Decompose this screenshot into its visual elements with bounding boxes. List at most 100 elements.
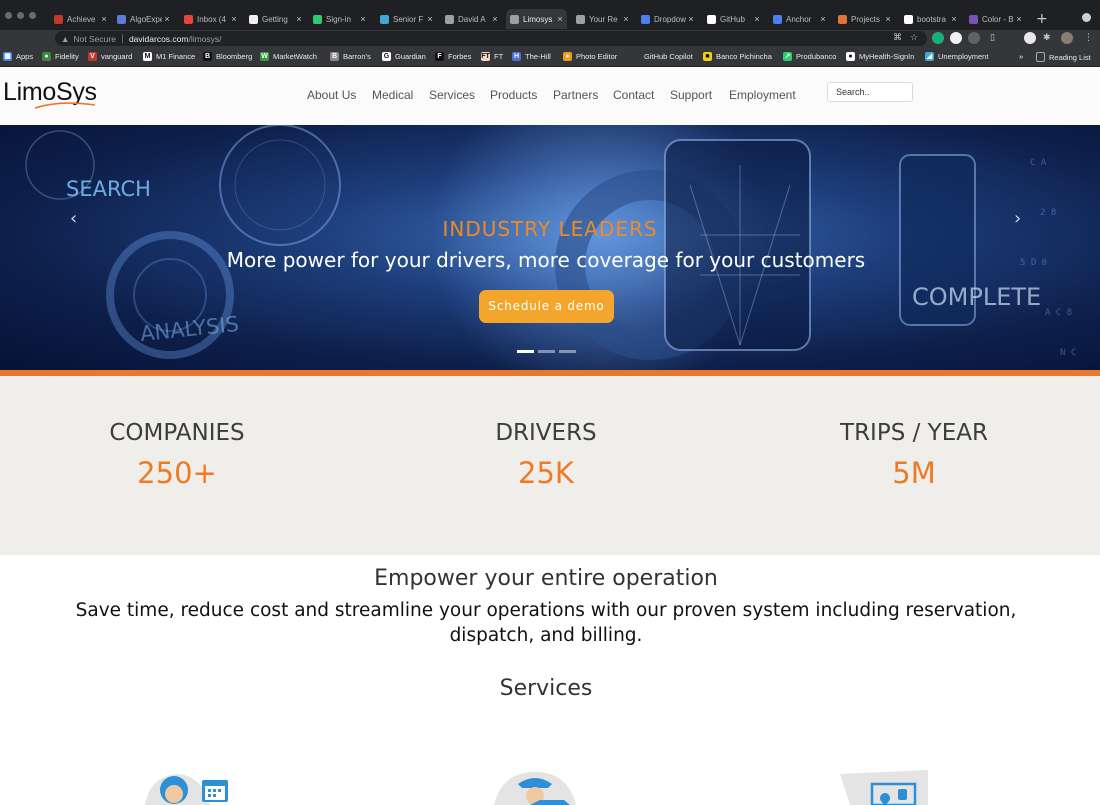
bookmark-favicon-icon: FT (481, 52, 490, 61)
site-header: LimoSys About Us Medical Services Products P… (0, 67, 1100, 126)
extension-grammarly-icon[interactable] (932, 32, 944, 44)
bookmark-star-icon[interactable]: ☆ (910, 33, 918, 43)
bookmark-item[interactable]: G Guardian (382, 52, 426, 61)
bookmark-item[interactable]: ● MyHealth-SignIn (846, 52, 914, 61)
bookmark-favicon-icon: H (512, 52, 521, 61)
browser-tab[interactable]: Sign-in × (309, 9, 370, 29)
hero-word-complete: COMPLETE (912, 283, 1042, 311)
browser-tab[interactable]: Senior F × (376, 9, 437, 29)
bookmark-favicon-icon: W (260, 52, 269, 61)
bookmarks-overflow-icon[interactable]: » (1019, 52, 1023, 61)
new-tab-button[interactable]: + (1036, 11, 1048, 27)
bookmark-item[interactable]: FT FT (481, 52, 503, 61)
browser-tab[interactable]: GitHub × (703, 9, 764, 29)
bookmark-item[interactable]: F Forbes (435, 52, 471, 61)
browser-tab[interactable]: bootstra × (900, 9, 961, 29)
bookmark-item[interactable]: B Barron's (330, 52, 371, 61)
bookmark-item[interactable]: ◢ Unemployment (925, 52, 988, 61)
tab-close-icon[interactable]: × (949, 14, 959, 24)
nav-link-services[interactable]: Services (429, 88, 475, 102)
browser-tab[interactable]: Projects × (834, 9, 895, 29)
schedule-demo-button[interactable]: Schedule a demo (479, 290, 614, 323)
tab-close-icon[interactable]: × (425, 14, 435, 24)
browser-tab[interactable]: Limosys × (506, 9, 567, 29)
tab-favicon-icon (969, 14, 978, 24)
bookmark-label: Guardian (395, 52, 426, 61)
bookmark-favicon-icon (631, 52, 640, 61)
carousel-indicator-2[interactable] (538, 350, 555, 353)
bookmark-item[interactable]: H The-Hill (512, 52, 551, 61)
browser-tab[interactable]: Achieve × (50, 9, 111, 29)
bookmarks-bar: ▦ Apps ● Fidelity Vvanguard M M1 Finance B Bloom… (0, 48, 1100, 67)
window-minimize-button[interactable] (17, 12, 24, 19)
browser-tab[interactable]: Inbox (4 × (180, 9, 241, 29)
tab-close-icon[interactable]: × (162, 14, 172, 24)
search-input[interactable] (827, 82, 913, 102)
extension-record-icon[interactable] (968, 32, 980, 44)
window-zoom-button[interactable] (29, 12, 36, 19)
bookmark-label: MarketWatch (273, 52, 317, 61)
tab-close-icon[interactable]: × (818, 14, 828, 24)
bookmark-item[interactable]: M M1 Finance (143, 52, 195, 61)
tab-close-icon[interactable]: × (752, 14, 762, 24)
reading-list-icon (1036, 52, 1045, 62)
tab-favicon-icon (510, 14, 519, 24)
reading-list-button[interactable]: Reading List (1036, 52, 1091, 62)
driver-service-icon (494, 772, 576, 805)
carousel-indicator-3[interactable] (559, 350, 576, 353)
nav-link-support[interactable]: Support (670, 88, 712, 102)
browser-menu-icon[interactable]: ⋮ (1084, 33, 1093, 43)
tab-favicon-icon (117, 14, 126, 24)
tab-close-icon[interactable]: × (229, 14, 239, 24)
bookmark-favicon-icon: ■ (703, 52, 712, 61)
bookmark-item[interactable]: ● Photo Editor (563, 52, 617, 61)
bookmark-item[interactable]: ↗ Produbanco (783, 52, 836, 61)
browser-tab[interactable]: Color - B × (965, 9, 1026, 29)
tab-close-icon[interactable]: × (99, 14, 109, 24)
nav-link-contact[interactable]: Contact (613, 88, 654, 102)
tab-close-icon[interactable]: × (294, 14, 304, 24)
browser-tab[interactable]: Anchor × (769, 9, 830, 29)
extension-bookmark-icon[interactable]: ▯ (990, 33, 995, 43)
window-close-button[interactable] (5, 12, 12, 19)
tab-close-icon[interactable]: × (883, 14, 893, 24)
bookmark-label: Forbes (448, 52, 472, 61)
extensions-puzzle-icon[interactable]: ✱ (1043, 33, 1051, 43)
browser-tab[interactable]: Your Re × (572, 9, 633, 29)
bookmark-label: Barron's (343, 52, 371, 61)
nav-link-medical[interactable]: Medical (372, 88, 413, 102)
extension-profile-ring-icon[interactable] (1024, 32, 1036, 44)
tab-close-icon[interactable]: × (358, 14, 368, 24)
browser-tab[interactable]: Dropdow × (637, 9, 698, 29)
tab-close-icon[interactable]: × (555, 14, 565, 24)
tab-favicon-icon (380, 14, 389, 24)
browser-tab[interactable]: David A × (441, 9, 502, 29)
qr-code-icon[interactable]: ⌘ (893, 33, 902, 43)
nav-link-products[interactable]: Products (490, 88, 537, 102)
tab-search-button[interactable] (1082, 13, 1091, 22)
bookmark-item[interactable]: GitHub Copilot (631, 52, 693, 61)
bookmark-item[interactable]: B Bloomberg (203, 52, 252, 61)
extension-white-icon[interactable] (950, 32, 962, 44)
nav-link-about-us[interactable]: About Us (307, 88, 356, 102)
nav-link-employment[interactable]: Employment (729, 88, 796, 102)
tab-close-icon[interactable]: × (686, 14, 696, 24)
logo-swoosh-icon (35, 102, 95, 109)
bookmark-item[interactable]: W MarketWatch (260, 52, 317, 61)
tab-close-icon[interactable]: × (490, 14, 500, 24)
bookmark-item[interactable]: Vvanguard (88, 52, 132, 61)
browser-tab[interactable]: Getting × (245, 9, 306, 29)
address-bar[interactable]: ▲ Not Secure davidarcos.com /limosys/ (55, 31, 927, 46)
profile-avatar[interactable] (1061, 32, 1073, 44)
bookmark-item[interactable]: ● Fidelity (42, 52, 79, 61)
stat-value-drivers: 25K (518, 456, 574, 490)
bookmark-item[interactable]: ▦ Apps (3, 52, 33, 61)
bookmark-item[interactable]: ■ Banco Pichincha (703, 52, 772, 61)
tab-close-icon[interactable]: × (1014, 14, 1024, 24)
tab-close-icon[interactable]: × (621, 14, 631, 24)
carousel-indicator-1[interactable] (517, 350, 534, 353)
tab-favicon-icon (904, 14, 913, 24)
nav-link-partners[interactable]: Partners (553, 88, 598, 102)
stat-value-trips: 5M (892, 456, 936, 490)
browser-tab[interactable]: AlgoExpert× (113, 9, 174, 29)
